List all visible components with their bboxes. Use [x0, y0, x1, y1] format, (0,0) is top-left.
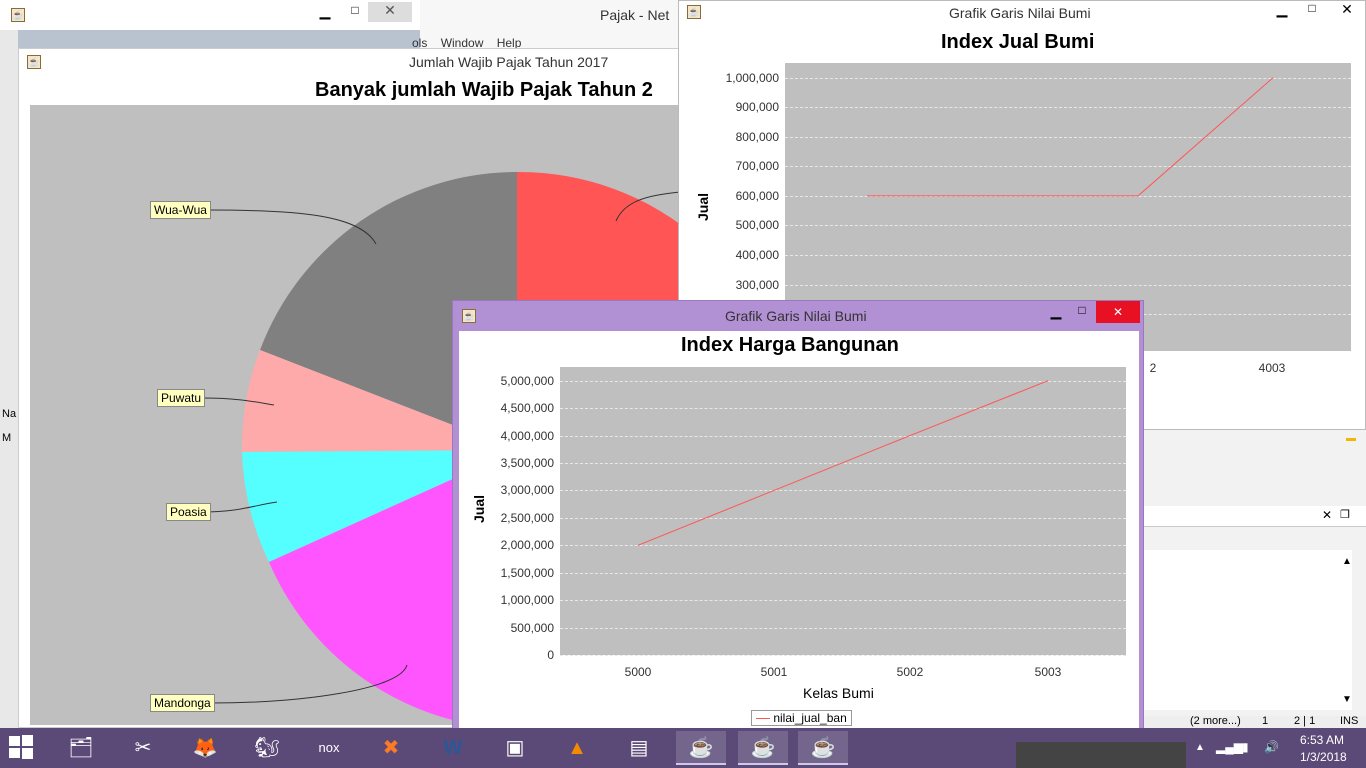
clock-date[interactable]: 1/3/2018	[1300, 750, 1347, 764]
ytick-label: 2,500,000	[500, 510, 554, 525]
ytick-label: 500,000	[510, 620, 554, 635]
battery-icon[interactable]: ▮	[1242, 740, 1249, 754]
status-mode: INS	[1340, 715, 1359, 727]
ytick-label: 400,000	[735, 248, 779, 262]
jual-bumi-window-title: Grafik Garis Nilai Bumi	[949, 5, 1091, 21]
scroll-up-arrow[interactable]: ▲	[1342, 556, 1352, 567]
java-app-icon: ☕	[462, 309, 476, 323]
ytick-label: 2,000,000	[500, 538, 554, 553]
clock-time[interactable]: 6:53 AM	[1300, 733, 1344, 747]
warning-indicator	[1346, 438, 1356, 441]
jual-bumi-xtick: 4003	[1258, 361, 1286, 375]
file-explorer-icon[interactable]: 🗂	[56, 731, 106, 765]
ytick-label: 0	[547, 648, 554, 662]
ytick-label: 3,500,000	[500, 456, 554, 470]
ytick-label: 600,000	[735, 188, 779, 203]
ytick-label: 1,000,000	[500, 593, 554, 608]
close-button[interactable]: ✕	[1096, 301, 1140, 323]
status-bar: (2 more...) 1 2 | 1 INS	[1140, 715, 1366, 728]
ytick-label: 4,500,000	[500, 401, 554, 416]
minimize-button[interactable]: ▁	[1267, 1, 1297, 18]
ytick-label: 5,000,000	[500, 373, 554, 388]
java-app-icon-3[interactable]: ☕	[798, 731, 848, 765]
status-count: 1	[1262, 715, 1269, 727]
tray-overflow-icon[interactable]: ▲	[1195, 742, 1205, 753]
xtick-label: 5001	[760, 665, 788, 679]
pie-label-wua-wua: Wua-Wua	[150, 201, 211, 219]
java-app-icon: ☕	[687, 5, 701, 19]
ytick-label: 4,000,000	[500, 428, 554, 443]
legend-swatch	[756, 718, 770, 720]
scroll-down-arrow[interactable]: ▼	[1342, 694, 1352, 705]
volume-icon[interactable]: 🔊	[1264, 740, 1279, 754]
ytick-label: 3,000,000	[500, 483, 554, 498]
ytick-label: 800,000	[735, 129, 779, 144]
reader-icon[interactable]: ▤	[614, 731, 664, 765]
maximize-button[interactable]: □	[1067, 303, 1097, 317]
close-icon[interactable]: ✕	[1322, 508, 1332, 522]
java-app-icon-1[interactable]: ☕	[676, 731, 726, 765]
harga-bangunan-window: ☕ Grafik Garis Nilai Bumi ▁ □ ✕ Index Ha…	[452, 300, 1144, 732]
vlc-icon[interactable]: ▲	[552, 731, 602, 765]
start-button[interactable]	[8, 734, 40, 762]
ytick-label: 700,000	[735, 159, 779, 174]
pie-label-puwatu: Puwatu	[157, 389, 206, 407]
jual-series-line	[867, 77, 1274, 197]
status-position: 2 | 1	[1294, 715, 1316, 727]
nilai-jual-ban-series-line	[637, 380, 1049, 546]
java-app-icon-2[interactable]: ☕	[738, 731, 788, 765]
ytick-label: 1,500,000	[500, 565, 554, 580]
jual-bumi-chart-title: Index Jual Bumi	[941, 31, 1095, 53]
harga-bangunan-chart-title: Index Harga Bangunan	[681, 334, 899, 356]
nox-icon[interactable]: nox	[304, 731, 354, 765]
output-panel-header	[1140, 506, 1366, 527]
xtick-label: 5003	[1034, 665, 1062, 679]
word-icon[interactable]: W	[428, 731, 478, 765]
virtualbox-icon[interactable]: ▣	[490, 731, 540, 765]
restore-icon[interactable]: ❐	[1340, 508, 1350, 521]
windows-logo-icon	[9, 735, 33, 759]
legend-label: nilai_jual_ban	[773, 711, 847, 725]
harga-bangunan-window-title: Grafik Garis Nilai Bumi	[725, 308, 867, 324]
pie-label-poasia: Poasia	[166, 503, 211, 521]
legend: nilai_jual_ban	[751, 710, 852, 726]
xtick-label: 5002	[896, 665, 924, 679]
network-icon[interactable]: ▂▄▆	[1216, 740, 1243, 754]
gridline	[560, 655, 1126, 656]
xampp-icon[interactable]: ✖	[366, 731, 416, 765]
pie-label-mandonga: Mandonga	[150, 694, 215, 712]
uc-browser-icon[interactable]: 🐿	[242, 731, 292, 765]
status-more[interactable]: (2 more...)	[1190, 715, 1241, 727]
ytick-label: 500,000	[735, 218, 779, 233]
system-tray	[1016, 742, 1186, 768]
snipping-tool-icon[interactable]: ✂	[118, 731, 168, 765]
harga-bangunan-xlabel: Kelas Bumi	[803, 685, 874, 701]
ytick-label: 900,000	[735, 100, 779, 115]
maximize-button[interactable]: □	[1297, 1, 1327, 15]
xtick-label: 5000	[624, 665, 652, 679]
ytick-label: 300,000	[735, 277, 779, 292]
output-text-area[interactable]	[1142, 550, 1352, 710]
close-button[interactable]: ✕	[1329, 1, 1365, 18]
ytick-label: 1,000,000	[725, 70, 779, 85]
harga-bangunan-line-plot	[637, 380, 1049, 546]
firefox-icon[interactable]: 🦊	[180, 731, 230, 765]
